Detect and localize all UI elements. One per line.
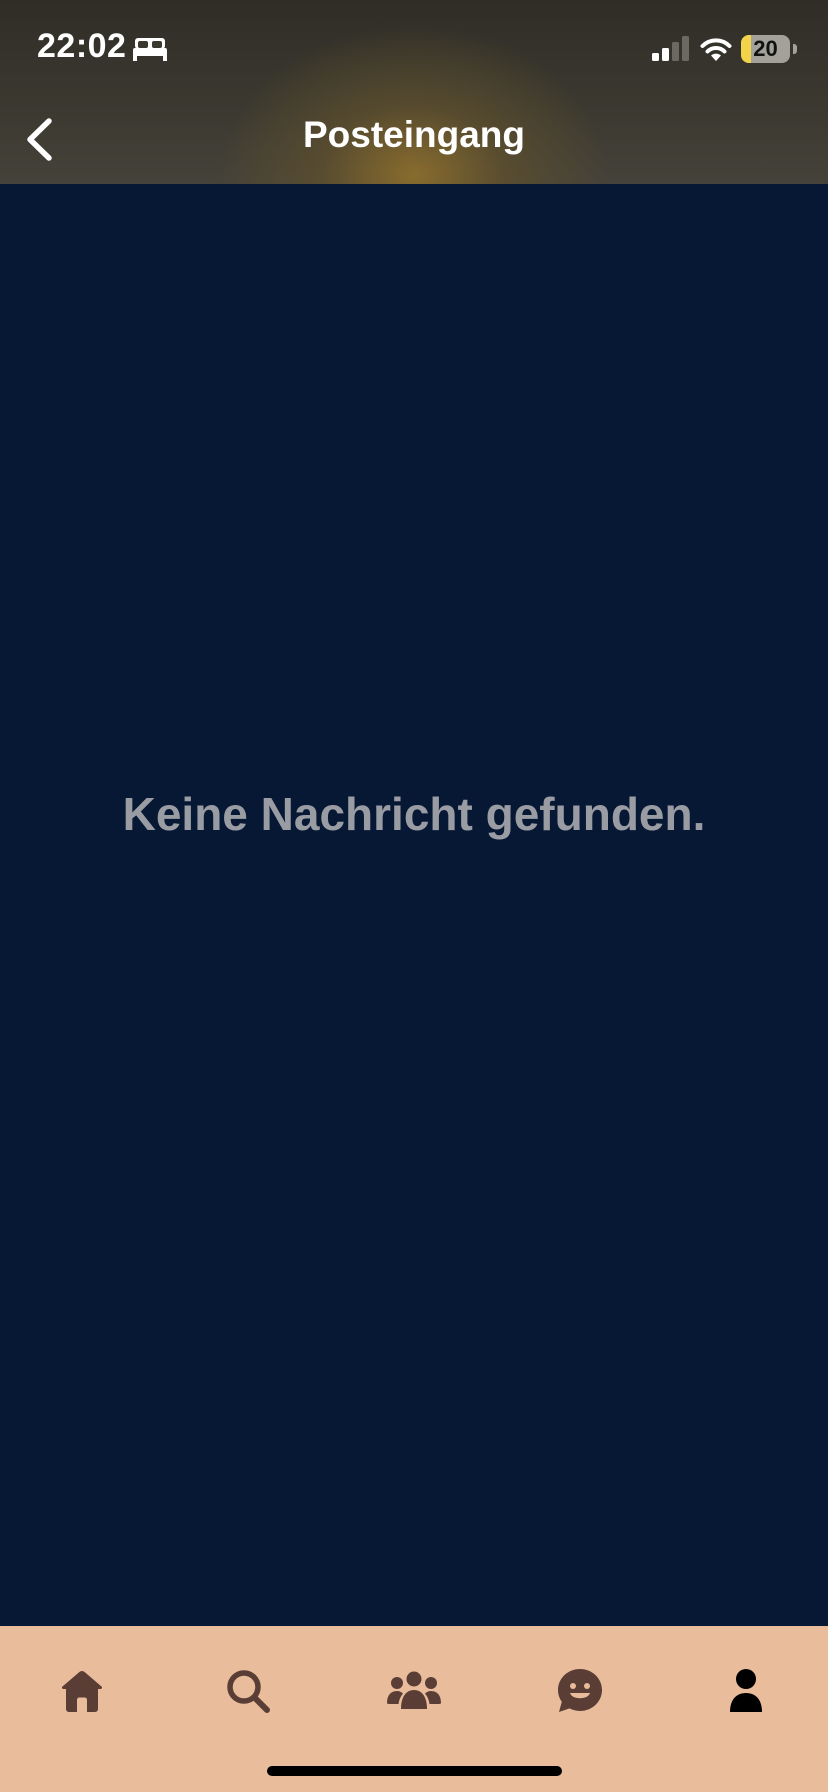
battery-icon: 20 — [741, 35, 797, 63]
bed-icon — [133, 38, 167, 61]
inbox-screen: 22:02 20 Posteingang Keine Nachricht gef… — [0, 0, 828, 1792]
chat-icon — [558, 1669, 602, 1712]
tab-chat[interactable] — [535, 1646, 625, 1736]
tab-community[interactable] — [369, 1646, 459, 1736]
message-list: Keine Nachricht gefunden. — [0, 184, 828, 1626]
header: 22:02 20 Posteingang — [0, 0, 828, 184]
wifi-icon — [700, 38, 732, 61]
profile-icon — [730, 1669, 762, 1712]
page-title: Posteingang — [302, 114, 526, 155]
cellular-signal-icon — [652, 36, 689, 61]
tab-home[interactable] — [37, 1646, 127, 1736]
home-icon — [61, 1671, 103, 1712]
status-time: 22:02 — [37, 27, 127, 65]
tab-search[interactable] — [203, 1646, 293, 1736]
search-icon — [227, 1670, 270, 1713]
empty-state-message: Keine Nachricht gefunden. — [122, 788, 706, 840]
community-icon — [387, 1671, 441, 1709]
status-bar: 22:02 20 — [0, 0, 828, 100]
battery-level: 20 — [753, 36, 778, 61]
battery-body: 20 — [741, 35, 790, 63]
home-indicator — [267, 1766, 562, 1776]
battery-cap — [793, 44, 797, 54]
tab-profile[interactable] — [701, 1646, 791, 1736]
